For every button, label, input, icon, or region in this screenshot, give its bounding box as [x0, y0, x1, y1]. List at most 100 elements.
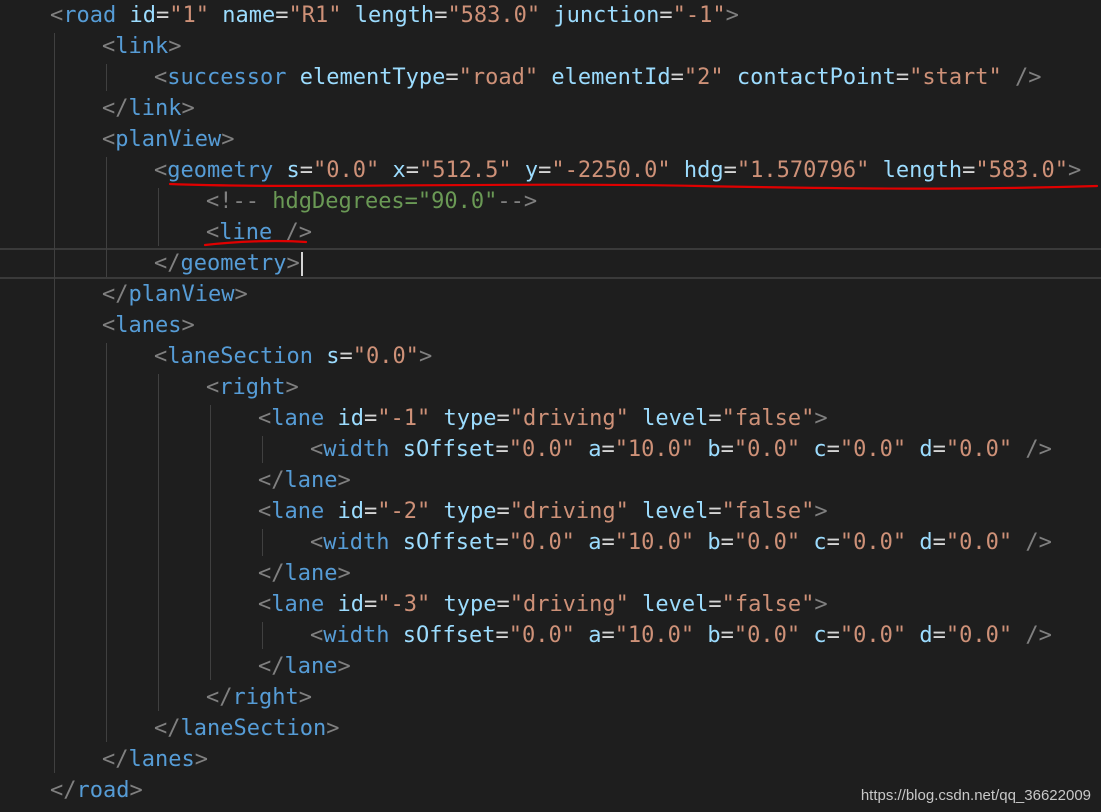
code-token: <: [154, 158, 168, 183]
code-token: "10.0": [614, 623, 695, 648]
code-token: "-1": [377, 406, 431, 431]
code-token: =: [601, 530, 615, 555]
code-token: right: [219, 375, 286, 400]
code-token: c: [813, 530, 827, 555]
code-token: "start": [909, 65, 1002, 90]
code-token: <: [206, 375, 220, 400]
code-line: </planView>: [0, 279, 1101, 310]
code-line: <width sOffset="0.0" a="10.0" b="0.0" c=…: [0, 620, 1101, 651]
code-token: =: [826, 623, 840, 648]
code-token: >: [234, 282, 248, 307]
code-token: "0.0": [312, 158, 380, 183]
code-token: "1": [169, 3, 209, 28]
code-token: d: [919, 437, 933, 462]
code-token: </: [258, 654, 285, 679]
code-token: lane: [271, 499, 325, 524]
code-token: >: [814, 406, 828, 431]
code-line: <right>: [0, 372, 1101, 403]
code-editor[interactable]: <road id="1" name="R1" length="583.0" ju…: [0, 0, 1101, 812]
code-token: "0.0": [839, 437, 907, 462]
code-token: =: [155, 3, 170, 28]
code-token: >: [326, 716, 340, 741]
code-token: "0.0": [839, 530, 907, 555]
code-token: laneSection: [167, 344, 313, 369]
code-token: "0.0": [508, 530, 575, 555]
code-token: >: [1068, 158, 1082, 183]
code-token: <: [310, 623, 324, 648]
code-token: "-1": [672, 3, 726, 28]
code-token: laneSection: [180, 716, 327, 741]
code-token: </: [154, 251, 181, 276]
code-token: =: [434, 3, 448, 28]
code-token: =: [723, 158, 737, 183]
code-token: =: [962, 158, 976, 183]
code-token: junction: [553, 3, 660, 28]
code-line: <lane id="-3" type="driving" level="fals…: [0, 589, 1101, 620]
code-token: hdg: [683, 158, 724, 183]
code-token: =: [496, 499, 510, 524]
code-token: >: [814, 592, 828, 617]
code-token: />: [1025, 623, 1052, 648]
code-token: >: [286, 251, 300, 276]
code-token: =: [932, 623, 946, 648]
code-token: "583.0": [975, 158, 1069, 183]
code-token: "0.0": [352, 344, 419, 369]
code-token: lane: [271, 592, 325, 617]
code-token: >: [298, 685, 312, 710]
code-token: </: [102, 282, 129, 307]
code-token: >: [221, 127, 235, 152]
code-token: =: [720, 437, 734, 462]
code-token: level: [642, 406, 709, 431]
code-token: <: [102, 313, 116, 338]
code-line: <lanes>: [0, 310, 1101, 341]
code-token: =: [932, 437, 946, 462]
code-token: </: [258, 468, 285, 493]
code-token: "0.0": [733, 530, 801, 555]
text-cursor: [300, 252, 303, 276]
code-token: >: [337, 654, 351, 679]
code-line: </lane>: [0, 465, 1101, 496]
code-token: <: [258, 406, 272, 431]
code-token: "0.0": [508, 437, 575, 462]
code-token: "driving": [509, 592, 629, 617]
code-token: a: [588, 530, 602, 555]
code-token: "512.5": [418, 158, 512, 183]
code-line: </lane>: [0, 651, 1101, 682]
code-token: >: [725, 3, 739, 28]
code-token: <: [206, 220, 220, 245]
code-token: level: [642, 499, 709, 524]
code-token: length: [354, 3, 435, 28]
code-token: -->: [497, 189, 538, 214]
code-token: </: [258, 561, 285, 586]
code-line: <lane id="-2" type="driving" level="fals…: [0, 496, 1101, 527]
code-token: name: [222, 3, 276, 28]
code-token: elementId: [551, 65, 671, 90]
code-line: <geometry s="0.0" x="512.5" y="-2250.0" …: [0, 155, 1101, 186]
code-token: y: [524, 158, 539, 183]
code-token: "1.570796": [736, 158, 870, 183]
code-token: =: [363, 406, 378, 431]
code-token: s: [286, 158, 300, 183]
code-token: id: [337, 592, 364, 617]
code-token: id: [129, 3, 156, 28]
code-token: width: [323, 623, 390, 648]
